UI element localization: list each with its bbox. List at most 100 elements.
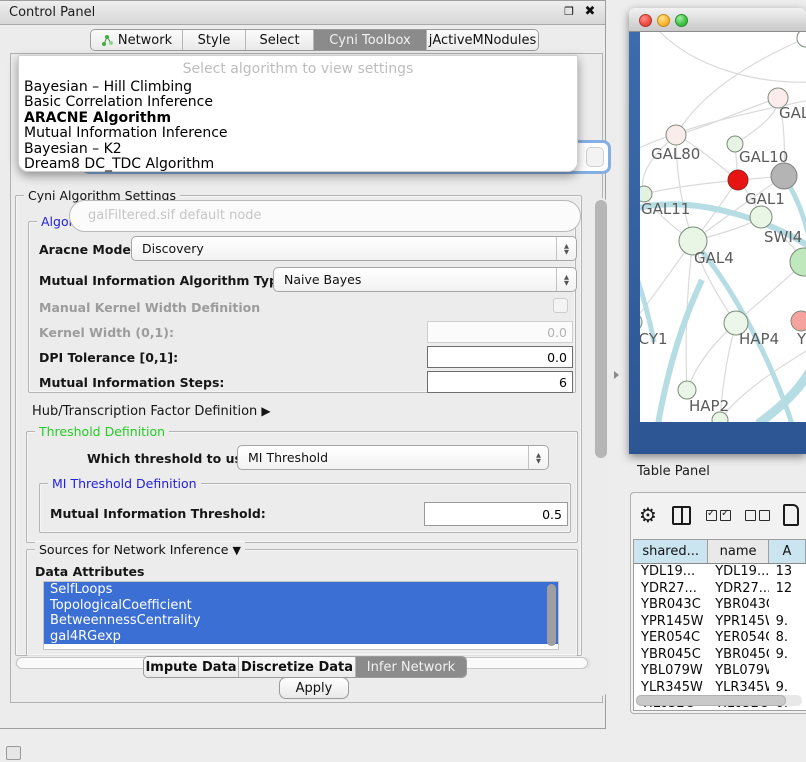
scrollbar-thumb[interactable] bbox=[595, 200, 607, 458]
network-node[interactable] bbox=[790, 248, 806, 276]
manual-kernel-width-label: Manual Kernel Width Definition bbox=[39, 300, 260, 315]
table-row[interactable]: YLR345WYLR345W9. bbox=[634, 680, 806, 697]
hub-definition-expander[interactable]: Hub/Transcription Factor Definition ▶ bbox=[32, 404, 271, 419]
table-panel: ⚙ shared...nameA YDL19...YDL19...13YDR27… bbox=[630, 492, 806, 714]
which-threshold-combobox[interactable]: MI Threshold ▲▼ bbox=[237, 445, 549, 470]
columns-icon[interactable] bbox=[665, 506, 699, 525]
algorithm-option[interactable]: Mutual Information Inference bbox=[19, 126, 577, 141]
network-node[interactable] bbox=[771, 163, 797, 189]
kernel-width-value: 0.0 bbox=[547, 325, 567, 340]
manual-kernel-width-checkbox[interactable] bbox=[553, 298, 568, 313]
attribute-list-item[interactable]: BetweennessCentrality bbox=[44, 613, 558, 629]
dpi-tolerance-field[interactable]: 0.0 bbox=[427, 346, 573, 368]
network-node[interactable] bbox=[750, 206, 772, 228]
attribute-list-item[interactable]: gal4RGexp bbox=[44, 629, 558, 645]
expander-down-arrow-icon[interactable]: ▼ bbox=[232, 544, 240, 557]
algorithm-option[interactable]: Dream8 DC_TDC Algorithm bbox=[19, 157, 577, 172]
splitter-handle-icon[interactable] bbox=[614, 371, 619, 379]
tab-label: Cyni Toolbox bbox=[329, 33, 411, 48]
network-edge[interactable] bbox=[660, 32, 806, 82]
network-window-titlebar bbox=[629, 8, 806, 32]
column-header-name[interactable]: name bbox=[708, 540, 768, 563]
table-row[interactable]: YDR27...YDR27...12 bbox=[634, 581, 806, 598]
apply-button[interactable]: Apply bbox=[279, 677, 349, 699]
node-table: shared...nameA YDL19...YDL19...13YDR27..… bbox=[633, 539, 806, 711]
network-edge[interactable] bbox=[720, 350, 806, 420]
table-row[interactable]: YER054CYER054C8. bbox=[634, 630, 806, 647]
mi-algorithm-type-combobox[interactable]: Naive Bayes ▲▼ bbox=[273, 267, 577, 292]
data-attributes-list[interactable]: SelfLoopsTopologicalCoefficientBetweenne… bbox=[43, 581, 559, 650]
sources-title[interactable]: Sources for Network Inference ▼ bbox=[35, 542, 245, 557]
algorithm-dropdown-list: Bayesian – Hill ClimbingBasic Correlatio… bbox=[19, 80, 577, 172]
column-header-A[interactable]: A bbox=[769, 540, 806, 563]
tab-network[interactable]: Network bbox=[91, 30, 183, 50]
network-node[interactable] bbox=[728, 170, 748, 190]
expander-right-arrow-icon[interactable]: ▶ bbox=[261, 404, 270, 418]
zoom-traffic-icon[interactable] bbox=[675, 14, 688, 27]
table-row[interactable]: YDL19...YDL19...13 bbox=[634, 564, 806, 581]
network-node[interactable] bbox=[640, 313, 642, 331]
checked-boxes-icon[interactable] bbox=[699, 510, 739, 521]
minimize-traffic-icon[interactable] bbox=[657, 14, 670, 27]
cyni-bottom-tab-bar: Impute DataDiscretize DataInfer Network bbox=[143, 656, 467, 678]
table-row[interactable]: YPR145WYPR145W9. bbox=[634, 614, 806, 631]
mi-steps-label: Mutual Information Steps: bbox=[39, 375, 224, 390]
document-icon[interactable] bbox=[776, 504, 806, 526]
unchecked-boxes-icon[interactable] bbox=[738, 510, 776, 521]
close-icon[interactable]: ✖ bbox=[583, 5, 597, 19]
network-node[interactable] bbox=[791, 311, 806, 331]
attribute-list-item[interactable]: TopologicalCoefficient bbox=[44, 598, 558, 614]
table-cell: 13 bbox=[769, 564, 806, 581]
network-node[interactable] bbox=[797, 32, 806, 47]
aracne-mode-combobox[interactable]: Discovery ▲▼ bbox=[131, 236, 577, 261]
node-label-GAL10: GAL10 bbox=[739, 148, 788, 166]
gear-icon[interactable]: ⚙ bbox=[631, 503, 665, 527]
table-cell: YBL079W bbox=[634, 663, 708, 680]
collapsed-panel-icon[interactable] bbox=[6, 746, 21, 760]
mi-threshold-definition-group: MI Threshold Definition Mutual Informati… bbox=[39, 483, 571, 533]
network-view-window: GALGAL80GAL10GAL1GAL11SWI4GAL4GCY1HAP4YH… bbox=[629, 8, 806, 454]
algorithm-option[interactable]: Basic Correlation Inference bbox=[19, 95, 577, 110]
network-graph[interactable]: GALGAL80GAL10GAL1GAL11SWI4GAL4GCY1HAP4YH… bbox=[640, 32, 806, 422]
table-panel-title: Table Panel bbox=[637, 464, 710, 479]
network-canvas[interactable]: GALGAL80GAL10GAL1GAL11SWI4GAL4GCY1HAP4YH… bbox=[640, 32, 806, 422]
tab-style[interactable]: Style bbox=[183, 30, 246, 50]
mi-steps-field[interactable]: 6 bbox=[427, 371, 573, 393]
network-edge[interactable] bbox=[676, 98, 778, 135]
data-attributes-label: Data Attributes bbox=[35, 564, 144, 579]
tab-discretize-data[interactable]: Discretize Data bbox=[239, 657, 356, 677]
scrollbar-thumb[interactable] bbox=[636, 695, 786, 706]
settings-vertical-scrollbar[interactable] bbox=[594, 198, 608, 696]
algorithm-option[interactable]: Bayesian – K2 bbox=[19, 142, 577, 157]
mi-algorithm-type-label: Mutual Information Algorithm Type: bbox=[39, 273, 291, 288]
aracne-mode-value: Discovery bbox=[132, 241, 556, 256]
threshold-definition-title: Threshold Definition bbox=[35, 424, 169, 439]
network-node[interactable] bbox=[666, 125, 686, 145]
algorithm-option[interactable]: Bayesian – Hill Climbing bbox=[19, 80, 577, 95]
tab-jactivemnodules[interactable]: jActiveMNodules bbox=[427, 30, 538, 50]
close-traffic-icon[interactable] bbox=[639, 14, 652, 27]
attribute-list-item[interactable]: SelfLoops bbox=[44, 582, 558, 598]
attribute-list-scrollbar[interactable] bbox=[547, 584, 556, 646]
column-header-shared[interactable]: shared... bbox=[634, 540, 708, 563]
node-label-GAL1: GAL1 bbox=[745, 190, 785, 208]
hub-definition-label: Hub/Transcription Factor Definition bbox=[32, 404, 257, 419]
mi-threshold-value: 0.5 bbox=[542, 507, 562, 522]
tab-cyni-toolbox[interactable]: Cyni Toolbox bbox=[314, 30, 427, 50]
network-filter-field[interactable]: galFiltered.sif default node bbox=[69, 200, 581, 232]
mi-threshold-definition-title: MI Threshold Definition bbox=[48, 476, 201, 491]
control-panel-tab-bar: NetworkStyleSelect Cyni Toolbox jActiveMNo… bbox=[90, 29, 539, 51]
table-row[interactable]: YBL079WYBL079W bbox=[634, 663, 806, 680]
algorithm-option[interactable]: ARACNE Algorithm bbox=[19, 111, 577, 126]
table-row[interactable]: YBR045CYBR045C9. bbox=[634, 647, 806, 664]
mi-threshold-field[interactable]: 0.5 bbox=[424, 502, 568, 526]
table-horizontal-scrollbar[interactable] bbox=[636, 695, 802, 706]
tab-impute-data[interactable]: Impute Data bbox=[144, 657, 239, 677]
kernel-width-field[interactable]: 0.0 bbox=[427, 321, 573, 343]
table-cell: YBR045C bbox=[634, 647, 708, 664]
float-window-icon[interactable]: ❐ bbox=[562, 5, 576, 19]
tab-select[interactable]: Select bbox=[246, 30, 314, 50]
node-label-HAP2: HAP2 bbox=[689, 397, 729, 415]
tab-infer-network[interactable]: Infer Network bbox=[356, 657, 466, 677]
table-row[interactable]: YBR043CYBR043C bbox=[634, 597, 806, 614]
